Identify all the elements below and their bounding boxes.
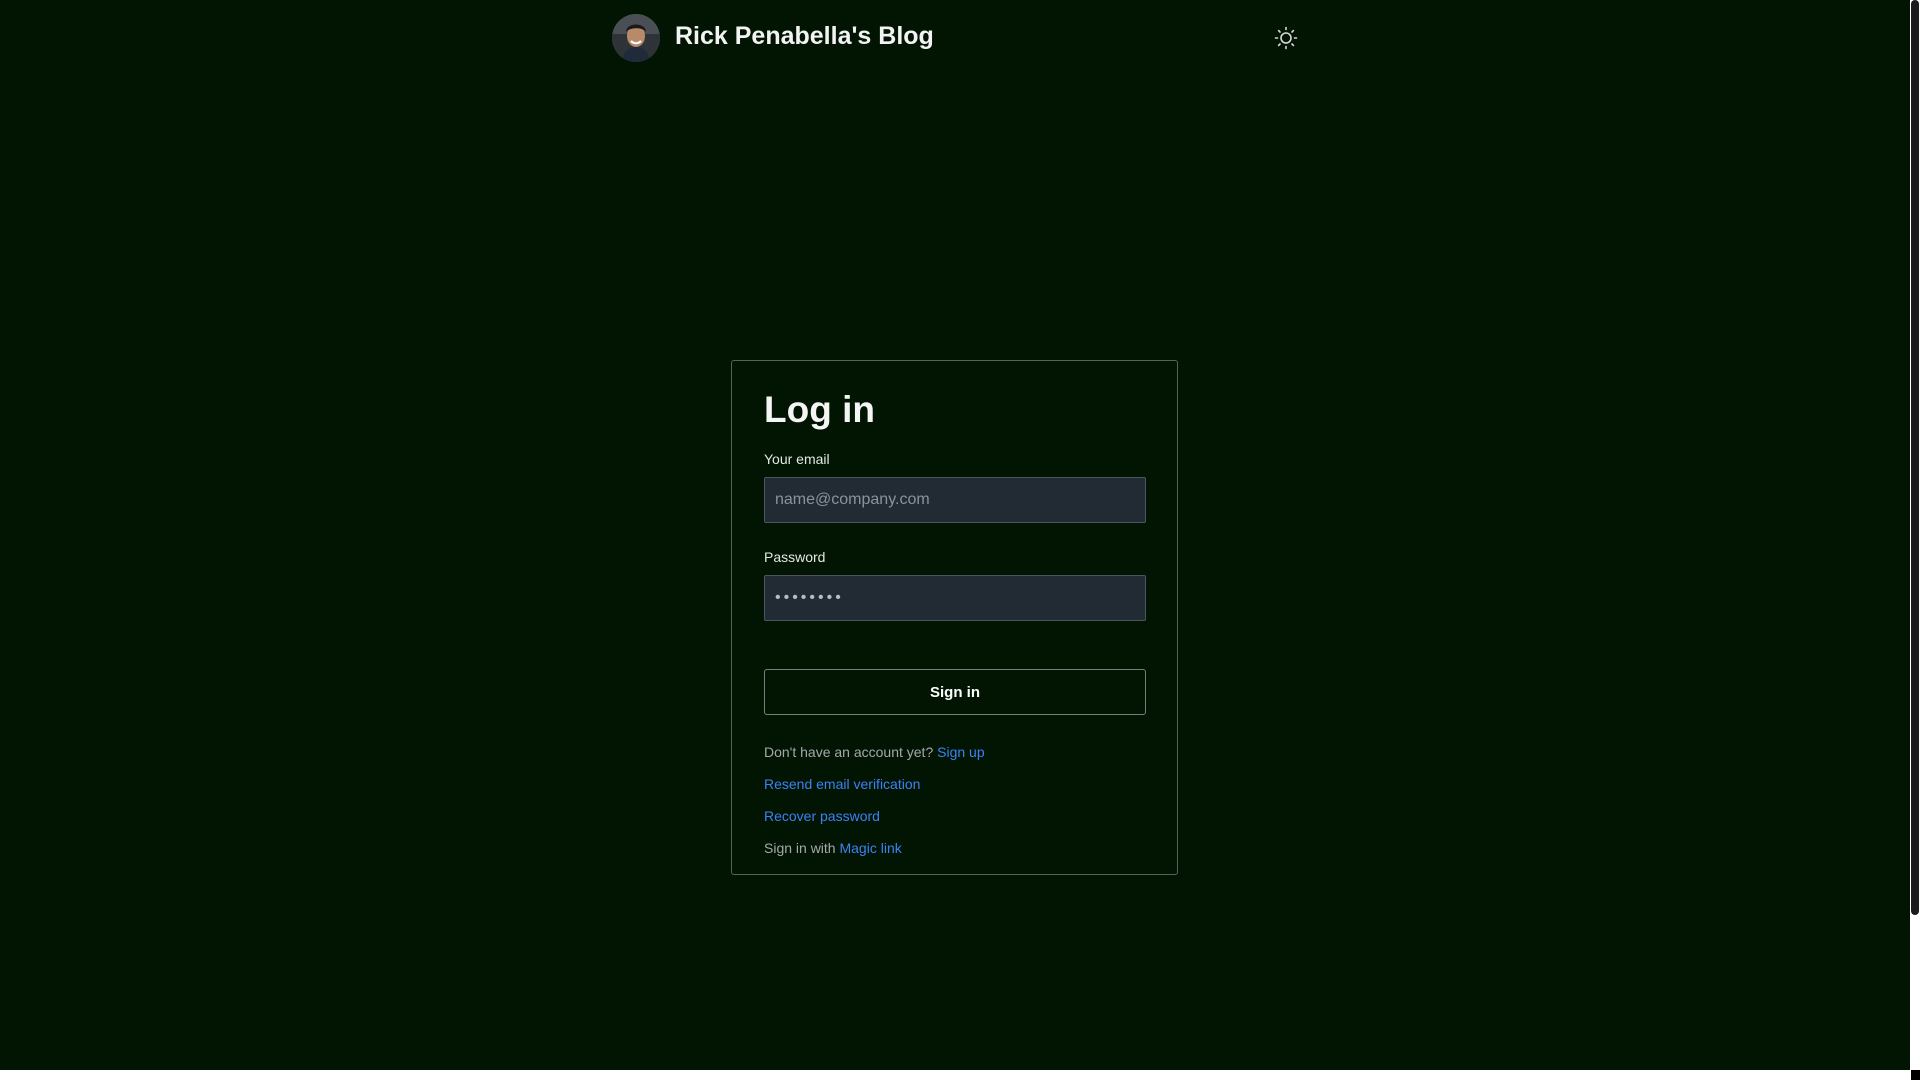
scrollbar-corner <box>1911 1070 1920 1080</box>
recover-row: Recover password <box>764 808 880 824</box>
email-field[interactable] <box>764 477 1146 523</box>
magic-link-row: Sign in with Magic link <box>764 840 902 856</box>
sign-in-button[interactable]: Sign in <box>764 669 1146 715</box>
scrollbar-thumb[interactable] <box>1911 0 1919 915</box>
password-label: Password <box>764 549 826 565</box>
avatar[interactable] <box>612 14 660 62</box>
login-card: Log in Your email Password Sign in Don't… <box>731 360 1178 875</box>
avatar-photo <box>612 14 660 62</box>
signup-row: Don't have an account yet? Sign up <box>764 744 985 760</box>
resend-verification-link[interactable]: Resend email verification <box>764 776 920 792</box>
site-header: Rick Penabella's Blog <box>612 14 1298 64</box>
recover-password-link[interactable]: Recover password <box>764 808 880 824</box>
magic-link-prompt: Sign in with <box>764 840 836 856</box>
magic-link[interactable]: Magic link <box>839 840 901 856</box>
page-background: Rick Penabella's Blog Log in Your email <box>0 0 1910 1070</box>
email-label: Your email <box>764 451 830 467</box>
login-title: Log in <box>764 389 875 430</box>
password-field[interactable] <box>764 575 1146 621</box>
sign-up-link[interactable]: Sign up <box>937 744 984 760</box>
signup-prompt: Don't have an account yet? <box>764 744 934 760</box>
site-title[interactable]: Rick Penabella's Blog <box>675 22 934 51</box>
sun-icon[interactable] <box>1273 25 1299 51</box>
resend-row: Resend email verification <box>764 776 920 792</box>
